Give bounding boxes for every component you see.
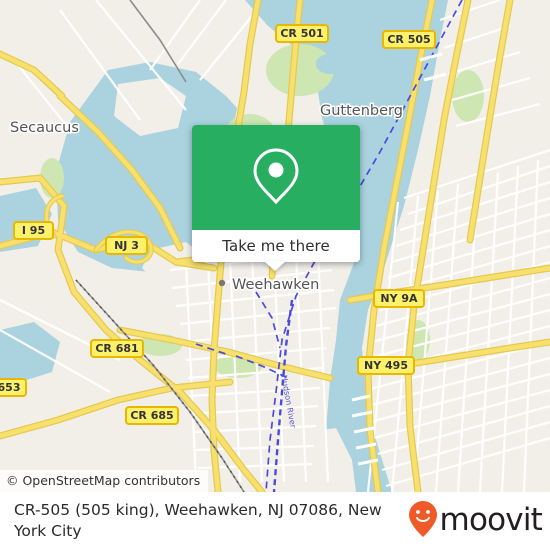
shield-cr685: CR 685 (125, 406, 179, 425)
city-label-secaucus-text: Secaucus (10, 120, 79, 136)
city-label-guttenberg: Guttenberg (319, 102, 405, 121)
shield-ny9a: NY 9A (373, 289, 425, 308)
moovit-map-screen: Hudson River Secaucus Guttenberg Weehawk… (0, 0, 550, 550)
bottom-info-bar: CR-505 (505 king), Weehawken, NJ 07086, … (0, 492, 550, 550)
moovit-pin-smile-icon (408, 500, 438, 542)
shield-cr501: CR 501 (275, 24, 329, 43)
city-label-secaucus: Secaucus (9, 119, 81, 138)
shield-cr501-text: CR 501 (280, 27, 323, 40)
location-popup-card[interactable]: Take me there (192, 125, 360, 262)
shield-653-text: 653 (0, 381, 20, 394)
popup-icon-area (192, 125, 360, 230)
city-dot-weehawken (218, 279, 226, 287)
city-label-weehawken: Weehawken (218, 276, 321, 295)
shield-nj3-text: NJ 3 (114, 239, 139, 252)
map-pin-icon (252, 147, 300, 209)
shield-653: 653 (0, 378, 27, 397)
park-8 (316, 54, 344, 74)
city-label-weehawken-text: Weehawken (232, 277, 319, 293)
shield-i95-text: I 95 (22, 224, 45, 237)
popup-pointer (264, 261, 286, 271)
shield-cr505-text: CR 505 (387, 33, 430, 46)
shield-cr505: CR 505 (382, 30, 436, 49)
shield-cr681: CR 681 (90, 339, 144, 358)
moovit-logo[interactable]: moovit (408, 500, 543, 542)
shield-i95: I 95 (13, 221, 54, 240)
city-label-guttenberg-text: Guttenberg (320, 103, 403, 119)
shield-ny495-text: NY 495 (364, 359, 408, 372)
shield-ny495: NY 495 (357, 356, 415, 375)
osm-attribution[interactable]: © OpenStreetMap contributors (0, 470, 209, 492)
address-text: CR-505 (505 king), Weehawken, NJ 07086, … (14, 501, 382, 540)
take-me-there-button[interactable]: Take me there (192, 230, 360, 262)
shield-cr681-text: CR 681 (95, 342, 138, 355)
shield-ny9a-text: NY 9A (380, 292, 418, 305)
shield-cr685-text: CR 685 (130, 409, 173, 422)
shield-nj3: NJ 3 (105, 236, 148, 255)
moovit-wordmark: moovit (439, 501, 543, 538)
